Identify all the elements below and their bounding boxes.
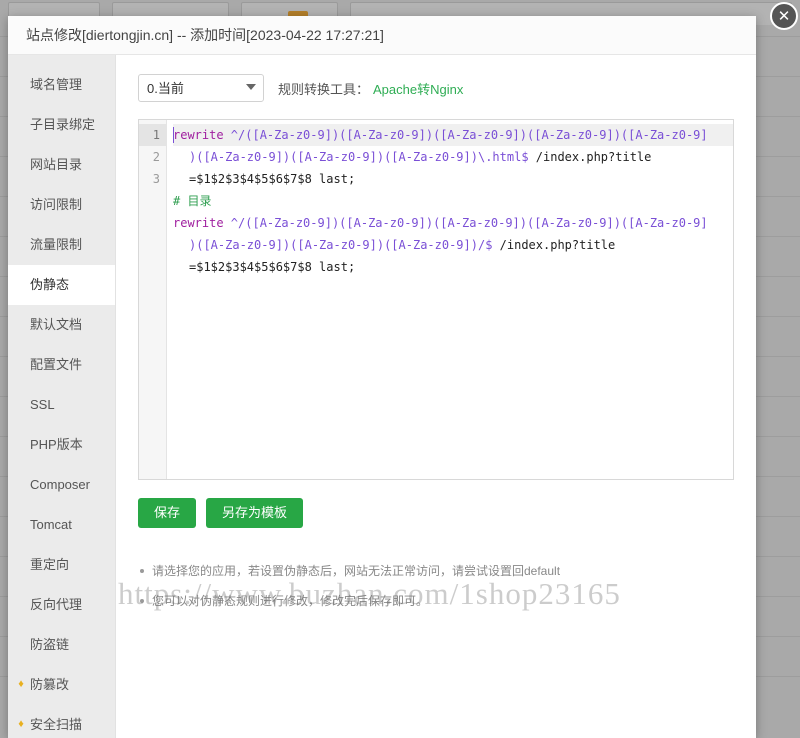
code-token-comment: # 目录 (173, 194, 212, 208)
sidebar-item-label: 重定向 (30, 557, 70, 572)
code-line[interactable]: # 目录 (173, 190, 733, 212)
apache-to-nginx-link[interactable]: Apache转Nginx (373, 79, 463, 98)
converter-label: 规则转换工具： (278, 81, 370, 97)
sidebar-item-3[interactable]: 访问限制 (8, 185, 115, 225)
sidebar-item-12[interactable]: 重定向 (8, 545, 115, 585)
dialog-body: 域名管理子目录绑定网站目录访问限制流量限制伪静态默认文档配置文件 SSL PHP版本… (8, 55, 756, 738)
code-line[interactable]: )([A-Za-z0-9])([A-Za-z0-9])([A-Za-z0-9])… (173, 234, 733, 256)
sidebar-item-label: 伪静态 (30, 277, 70, 292)
sidebar-item-label: 网站目录 (30, 157, 83, 172)
line-number: 2 (152, 150, 160, 164)
code-line[interactable]: )([A-Za-z0-9])([A-Za-z0-9])([A-Za-z0-9])… (173, 146, 733, 168)
sidebar-item-9[interactable]: PHP版本 (8, 425, 115, 465)
sidebar-item-13[interactable]: 反向代理 (8, 585, 115, 625)
code-token-plain: /index.php?title (492, 238, 616, 252)
sidebar-item-label: 安全扫描 (30, 717, 83, 732)
sidebar-item-label: 配置文件 (30, 357, 83, 372)
sidebar-item-1[interactable]: 子目录绑定 (8, 105, 115, 145)
text-caret (173, 127, 174, 143)
line-number: 1 (139, 124, 166, 146)
sidebar-item-label: 反向代理 (30, 597, 83, 612)
settings-sidebar: 域名管理子目录绑定网站目录访问限制流量限制伪静态默认文档配置文件 SSL PHP版本… (8, 55, 116, 738)
sidebar-item-label: 默认文档 (30, 317, 83, 332)
sidebar-item-label: 流量限制 (30, 237, 83, 252)
code-token-plain: =$1$2$3$4$5$6$7$8 last; (189, 260, 356, 274)
code-token-plain: /index.php?title (528, 150, 652, 164)
sidebar-item-label: 子目录绑定 (30, 117, 96, 132)
sidebar-item-label: Tomcat (30, 517, 72, 532)
sidebar-item-label: 域名管理 (30, 77, 83, 92)
editor-code-area[interactable]: rewrite ^/([A-Za-z0-9])([A-Za-z0-9])([A-… (167, 120, 733, 479)
sidebar-item-11[interactable]: Tomcat (8, 505, 115, 545)
code-line[interactable]: =$1$2$3$4$5$6$7$8 last; (173, 168, 733, 190)
sidebar-item-label: 防盗链 (30, 637, 70, 652)
sidebar-item-15[interactable]: ♦ 防篡改 (8, 665, 115, 705)
hint-list: 请选择您的应用，若设置伪静态后，网站无法正常访问，请尝试设置回default 您可… (138, 556, 734, 616)
code-token-keyword: rewrite (173, 128, 231, 142)
hint-item: 请选择您的应用，若设置伪静态后，网站无法正常访问，请尝试设置回default (140, 556, 734, 586)
save-button[interactable]: 保存 (138, 498, 197, 528)
vip-diamond-icon: ♦ (18, 678, 24, 690)
sidebar-item-label: SSL (30, 397, 55, 412)
sidebar-item-2[interactable]: 网站目录 (8, 145, 115, 185)
sidebar-item-label: 访问限制 (30, 197, 83, 212)
sidebar-item-4[interactable]: 流量限制 (8, 225, 115, 265)
site-edit-dialog: 站点修改[diertongjin.cn] -- 添加时间[2023-04-22 … (8, 16, 756, 738)
rewrite-rule-select[interactable]: 0.当前 (138, 74, 264, 102)
code-line[interactable]: rewrite ^/([A-Za-z0-9])([A-Za-z0-9])([A-… (173, 212, 733, 234)
sidebar-item-10[interactable]: Composer (8, 465, 115, 505)
rewrite-panel: 0.当前 规则转换工具： Apache转Nginx 1 2 3 rewrite ^/… (116, 55, 756, 738)
editor-line-number-gutter: 1 2 3 (139, 120, 167, 479)
sidebar-item-6[interactable]: 默认文档 (8, 305, 115, 345)
sidebar-item-label: Composer (30, 477, 90, 492)
sidebar-item-14[interactable]: 防盗链 (8, 625, 115, 665)
sidebar-item-0[interactable]: 域名管理 (8, 65, 115, 105)
sidebar-item-7[interactable]: 配置文件 (8, 345, 115, 385)
code-line[interactable]: rewrite ^/([A-Za-z0-9])([A-Za-z0-9])([A-… (173, 124, 733, 146)
sidebar-item-5[interactable]: 伪静态 (8, 265, 115, 305)
code-token-regex: )([A-Za-z0-9])([A-Za-z0-9])([A-Za-z0-9])… (189, 238, 493, 252)
dialog-title: 站点修改[diertongjin.cn] -- 添加时间[2023-04-22 … (8, 16, 756, 55)
save-as-template-button[interactable]: 另存为模板 (206, 498, 304, 528)
rule-select-wrapper[interactable]: 0.当前 (138, 74, 264, 102)
sidebar-item-16[interactable]: ♦ 安全扫描 (8, 705, 115, 738)
sidebar-item-label: 防篡改 (30, 677, 70, 692)
rewrite-code-editor[interactable]: 1 2 3 rewrite ^/([A-Za-z0-9])([A-Za-z0-9])… (138, 119, 734, 480)
vip-diamond-icon: ♦ (18, 718, 24, 730)
code-token-regex: )([A-Za-z0-9])([A-Za-z0-9])([A-Za-z0-9])… (189, 150, 529, 164)
code-token-plain: =$1$2$3$4$5$6$7$8 last; (189, 172, 356, 186)
sidebar-item-label: PHP版本 (30, 437, 83, 452)
hint-item: 您可以对伪静态规则进行修改，修改完后保存即可。 (140, 586, 734, 616)
rewrite-toolbar: 0.当前 规则转换工具： Apache转Nginx (138, 73, 734, 103)
close-icon[interactable]: ✕ (770, 2, 798, 30)
sidebar-item-8[interactable]: SSL (8, 385, 115, 425)
code-token-regex: ^/([A-Za-z0-9])([A-Za-z0-9])([A-Za-z0-9]… (230, 216, 708, 230)
line-number: 3 (152, 172, 160, 186)
code-token-regex: ^/([A-Za-z0-9])([A-Za-z0-9])([A-Za-z0-9]… (230, 128, 708, 142)
code-line[interactable]: =$1$2$3$4$5$6$7$8 last; (173, 256, 733, 278)
code-token-keyword: rewrite (173, 216, 231, 230)
action-button-row: 保存 另存为模板 (138, 498, 734, 528)
